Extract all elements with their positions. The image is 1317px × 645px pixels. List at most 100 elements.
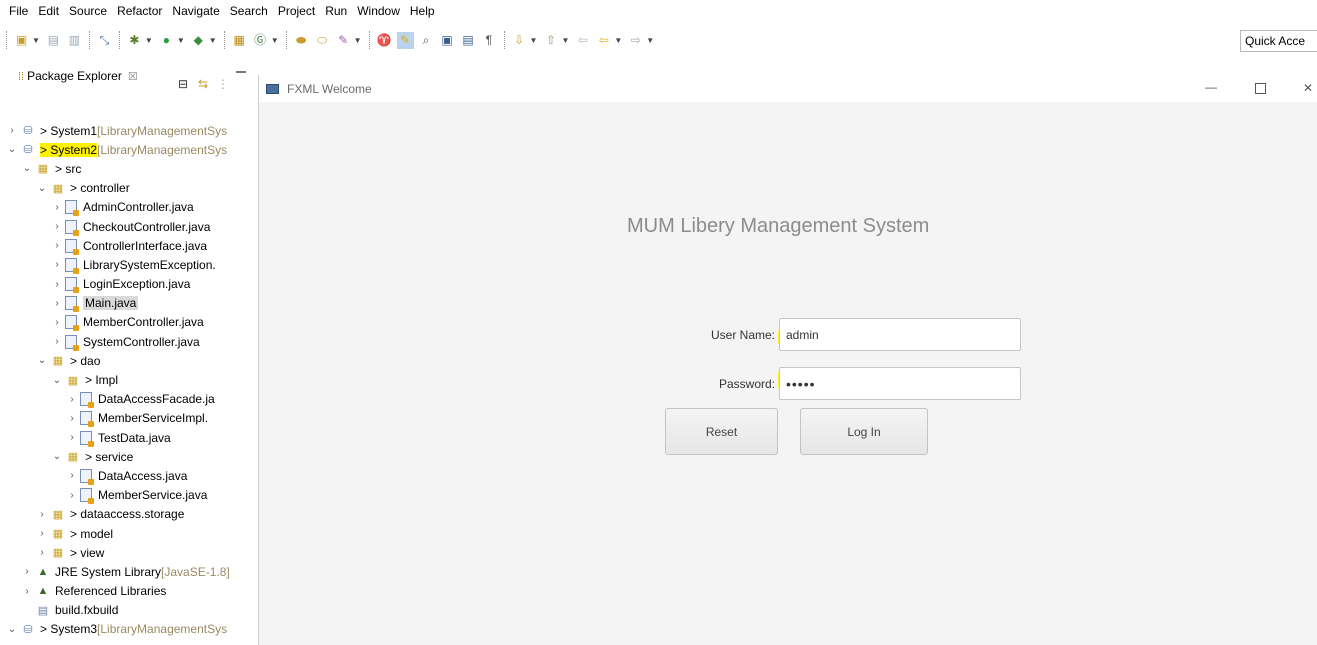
new-package-icon[interactable]: ▦ (231, 32, 248, 49)
search-icon[interactable]: ✎ (335, 32, 352, 49)
toggle-breadcrumb-icon[interactable]: ⌕ (418, 32, 435, 49)
minimize-icon[interactable] (236, 65, 246, 73)
new-class-icon[interactable]: Ⓖ (252, 32, 269, 49)
maximize-button[interactable] (1255, 83, 1266, 94)
menu-edit[interactable]: Edit (33, 4, 64, 18)
block-selection-icon[interactable]: ▤ (460, 32, 477, 49)
chevron-down-icon[interactable]: ▼ (209, 36, 217, 45)
tree-item[interactable]: ⌄ ▦ > src (0, 159, 258, 178)
tree-item[interactable]: ⌄ ⛁ > System3 [LibraryManagementSys (0, 620, 258, 639)
chevron-down-icon[interactable]: ▼ (354, 36, 362, 45)
tree-item[interactable]: › ▲ JRE System Library [JavaSE-1.8] (0, 562, 258, 581)
next-annotation-icon[interactable]: ⇩ (511, 32, 528, 49)
chevron-down-icon[interactable]: ▼ (530, 36, 538, 45)
chevron-down-icon[interactable]: ▼ (561, 36, 569, 45)
tree-item[interactable]: › SystemController.java (0, 332, 258, 351)
chevron-down-icon[interactable]: ⌄ (6, 144, 18, 155)
chevron-right-icon[interactable]: › (51, 240, 63, 251)
tree-item[interactable]: ▤ build.fxbuild (0, 601, 258, 620)
chevron-down-icon[interactable]: ▼ (145, 36, 153, 45)
chevron-down-icon[interactable]: ⌄ (36, 355, 48, 366)
package-explorer-title[interactable]: ⁞⁞ Package Explorer ☒ (18, 69, 138, 83)
quick-access-field[interactable]: Quick Acce (1240, 30, 1317, 52)
menu-file[interactable]: File (4, 4, 33, 18)
tree-item[interactable]: › MemberService.java (0, 486, 258, 505)
chevron-right-icon[interactable]: › (6, 125, 18, 136)
menu-project[interactable]: Project (273, 4, 320, 18)
show-whitespace-icon[interactable]: ▣ (439, 32, 456, 49)
tree-item[interactable]: › LoginException.java (0, 275, 258, 294)
tree-item[interactable]: ⌄ ▦ > dao (0, 351, 258, 370)
tree-item[interactable]: › MemberController.java (0, 313, 258, 332)
toggle-mark-occurrences-icon[interactable]: ♈ (376, 32, 393, 49)
tree-item[interactable]: › DataAccess.java (0, 466, 258, 485)
link-with-editor-icon[interactable]: ⇆ (196, 77, 210, 91)
chevron-right-icon[interactable]: › (66, 413, 78, 424)
chevron-down-icon[interactable]: ▼ (177, 36, 185, 45)
chevron-right-icon[interactable]: › (36, 509, 48, 520)
chevron-right-icon[interactable]: › (36, 547, 48, 558)
collapse-all-icon[interactable]: ⊟ (176, 77, 190, 91)
reset-button[interactable]: Reset (665, 408, 778, 455)
chevron-right-icon[interactable]: › (51, 221, 63, 232)
chevron-down-icon[interactable]: ⌄ (51, 375, 63, 386)
chevron-right-icon[interactable]: › (66, 490, 78, 501)
chevron-down-icon[interactable]: ▼ (646, 36, 654, 45)
external-tools-icon[interactable]: ◆ (190, 32, 207, 49)
tree-item[interactable]: › ▦ > model (0, 524, 258, 543)
chevron-down-icon[interactable]: ⌄ (21, 163, 33, 174)
minimize-button[interactable]: — (1205, 81, 1217, 94)
run-icon[interactable]: ● (158, 32, 175, 49)
chevron-down-icon[interactable]: ⌄ (51, 451, 63, 462)
tree-item[interactable]: › ControllerInterface.java (0, 236, 258, 255)
chevron-right-icon[interactable]: › (51, 317, 63, 328)
chevron-right-icon[interactable]: › (66, 394, 78, 405)
chevron-down-icon[interactable]: ▼ (271, 36, 279, 45)
chevron-down-icon[interactable]: ⌄ (36, 183, 48, 194)
tree-item[interactable]: › TestData.java (0, 428, 258, 447)
back-icon[interactable]: ⇦ (595, 32, 612, 49)
tree-item[interactable]: › LibrarySystemException. (0, 255, 258, 274)
tree-item[interactable]: ⌄ ▦ > controller (0, 179, 258, 198)
debug-icon[interactable]: ✱ (126, 32, 143, 49)
previous-annotation-icon[interactable]: ⇧ (542, 32, 559, 49)
chevron-right-icon[interactable]: › (51, 259, 63, 270)
chevron-right-icon[interactable]: › (21, 586, 33, 597)
menu-refactor[interactable]: Refactor (112, 4, 167, 18)
menu-window[interactable]: Window (352, 4, 405, 18)
last-edit-icon[interactable]: ⇦ (574, 32, 591, 49)
chevron-right-icon[interactable]: › (51, 336, 63, 347)
open-type-icon[interactable]: ⬬ (293, 32, 310, 49)
close-icon[interactable]: ☒ (128, 71, 138, 83)
chevron-right-icon[interactable]: › (51, 279, 63, 290)
tree-item[interactable]: › Main.java (0, 294, 258, 313)
chevron-down-icon[interactable]: ▼ (32, 36, 40, 45)
menu-run[interactable]: Run (320, 4, 352, 18)
close-button[interactable]: ✕ (1303, 81, 1313, 95)
toggle-highlight-icon[interactable]: ✎ (396, 31, 414, 49)
tree-item[interactable]: › MemberServiceImpl. (0, 409, 258, 428)
save-icon[interactable]: ▤ (45, 32, 62, 49)
chevron-right-icon[interactable]: › (36, 528, 48, 539)
tree-item[interactable]: › AdminController.java (0, 198, 258, 217)
chevron-right-icon[interactable]: › (21, 566, 33, 577)
open-task-icon[interactable]: ⬭ (314, 32, 331, 49)
chevron-right-icon[interactable]: › (51, 298, 63, 309)
username-field[interactable] (779, 318, 1021, 351)
menu-help[interactable]: Help (405, 4, 440, 18)
save-all-icon[interactable]: ▥ (66, 32, 83, 49)
paragraph-icon[interactable]: ¶ (481, 32, 498, 49)
new-icon[interactable]: ▣ (13, 32, 30, 49)
login-button[interactable]: Log In (800, 408, 928, 455)
skip-breakpoints-icon[interactable]: ⤡ (96, 32, 113, 49)
menu-search[interactable]: Search (225, 4, 273, 18)
chevron-right-icon[interactable]: › (51, 202, 63, 213)
tree-item[interactable]: › ⛁ > System1 [LibraryManagementSys (0, 121, 258, 140)
chevron-right-icon[interactable]: › (66, 432, 78, 443)
window-titlebar[interactable]: FXML Welcome — ✕ (259, 75, 1317, 102)
password-field[interactable] (779, 367, 1021, 400)
tree-item[interactable]: › ▦ > dataaccess.storage (0, 505, 258, 524)
tree-item[interactable]: › CheckoutController.java (0, 217, 258, 236)
view-menu-icon[interactable]: ⋮ (216, 77, 230, 91)
tree-item[interactable]: ⌄ ▦ > service (0, 447, 258, 466)
